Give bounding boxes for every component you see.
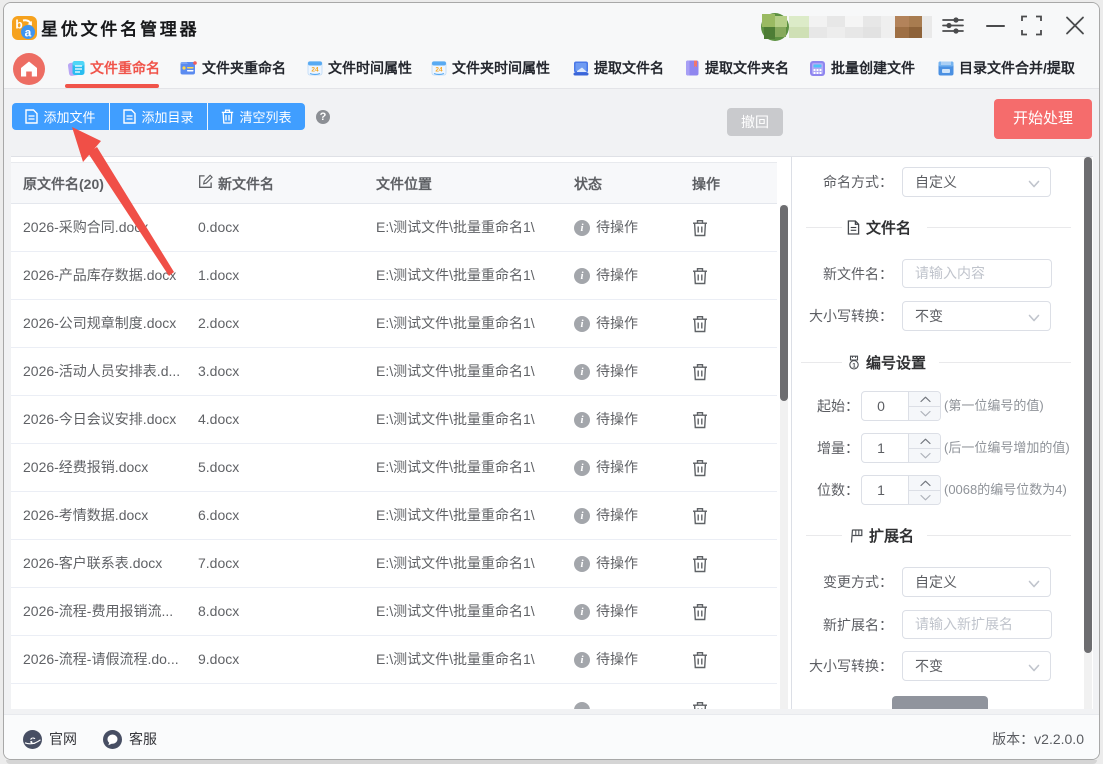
svg-text:1: 1 (852, 362, 856, 369)
svg-text:24: 24 (435, 67, 443, 74)
svg-text:a: a (25, 26, 32, 40)
svg-text:24: 24 (311, 67, 319, 74)
